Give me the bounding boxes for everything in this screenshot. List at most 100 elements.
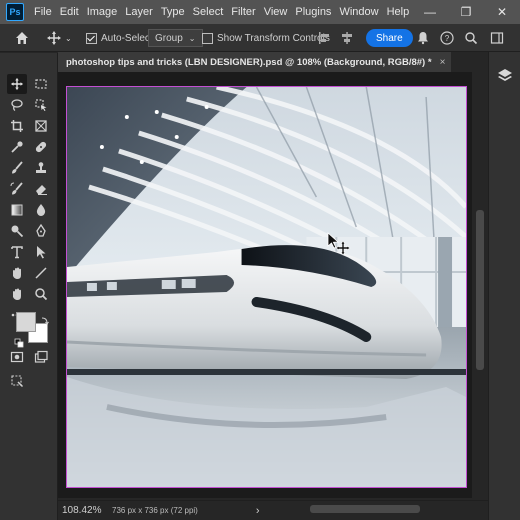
zoom-level[interactable]: 108.42% bbox=[58, 505, 112, 516]
swap-colors-button[interactable] bbox=[40, 312, 50, 325]
menu-filter[interactable]: Filter bbox=[227, 0, 259, 24]
restore-button[interactable]: ❐ bbox=[448, 0, 484, 24]
horizontal-scrollbar-thumb[interactable] bbox=[310, 505, 420, 513]
chevron-down-icon: ⌄ bbox=[65, 33, 72, 43]
help-button[interactable]: ? bbox=[440, 24, 454, 52]
options-bar: ⌄ Auto-Select: Group ⌄ Show Transform Co… bbox=[0, 24, 520, 52]
crop-tool[interactable] bbox=[7, 116, 27, 136]
notifications-button[interactable] bbox=[416, 24, 430, 52]
align-buttons bbox=[318, 24, 362, 52]
home-button[interactable] bbox=[14, 24, 30, 52]
dodge-icon bbox=[11, 225, 24, 238]
share-button[interactable]: Share bbox=[366, 29, 413, 47]
close-tab-icon[interactable]: × bbox=[440, 57, 446, 68]
move-tool-preset[interactable]: ⌄ bbox=[46, 24, 72, 52]
gradient-icon bbox=[11, 204, 23, 216]
bell-icon bbox=[418, 32, 428, 45]
move-cursor-icon bbox=[326, 232, 352, 258]
layers-icon bbox=[498, 69, 512, 81]
status-bar: 108.42% 736 px x 736 px (72 ppi) › bbox=[58, 500, 488, 520]
history-brush-tool[interactable] bbox=[7, 179, 27, 199]
eraser-icon bbox=[36, 185, 47, 195]
quick-mask-icon bbox=[10, 351, 24, 363]
default-colors-button[interactable] bbox=[14, 335, 24, 348]
home-icon bbox=[16, 32, 28, 44]
blur-tool[interactable] bbox=[31, 200, 51, 220]
show-transform-checkbox[interactable]: Show Transform Controls bbox=[202, 24, 330, 52]
search-icon bbox=[465, 32, 478, 45]
auto-select-checkbox[interactable]: Auto-Select: bbox=[86, 24, 155, 52]
search-button[interactable] bbox=[464, 24, 478, 52]
foreground-color-top[interactable] bbox=[16, 312, 36, 332]
right-panel-dock bbox=[488, 52, 520, 520]
eyedropper-tool[interactable] bbox=[7, 137, 27, 157]
screen-mode-button[interactable] bbox=[31, 347, 51, 367]
hand-icon bbox=[13, 288, 21, 300]
menu-file[interactable]: File bbox=[30, 0, 56, 24]
hand-tool-alt[interactable] bbox=[7, 284, 27, 304]
healing-brush-tool[interactable] bbox=[31, 137, 51, 157]
align-center-icon[interactable] bbox=[340, 31, 354, 45]
layers-panel-button[interactable] bbox=[495, 66, 515, 86]
dodge-tool[interactable] bbox=[7, 221, 27, 241]
svg-text:?: ? bbox=[445, 34, 450, 43]
train-station-image bbox=[67, 87, 466, 487]
history-brush-icon bbox=[10, 182, 23, 195]
frame-tool[interactable] bbox=[31, 116, 51, 136]
document-tab-title: photoshop tips and tricks (LBN DESIGNER)… bbox=[66, 56, 432, 68]
eyedropper-icon bbox=[11, 141, 23, 153]
healing-icon bbox=[35, 141, 47, 153]
menu-window[interactable]: Window bbox=[335, 0, 382, 24]
type-tool[interactable] bbox=[7, 242, 27, 262]
menu-edit[interactable]: Edit bbox=[56, 0, 83, 24]
content-aware-button[interactable] bbox=[7, 371, 27, 391]
menu-layer[interactable]: Layer bbox=[121, 0, 157, 24]
menu-type[interactable]: Type bbox=[157, 0, 189, 24]
document-canvas[interactable] bbox=[66, 86, 467, 488]
gradient-tool[interactable] bbox=[7, 200, 27, 220]
menu-help[interactable]: Help bbox=[383, 0, 414, 24]
checkbox-unchecked-icon bbox=[202, 32, 213, 44]
brush-icon bbox=[12, 161, 23, 174]
screen-mode-icon bbox=[34, 350, 48, 363]
workspace-button[interactable] bbox=[490, 24, 504, 52]
marquee-icon bbox=[35, 79, 47, 89]
move-tool[interactable] bbox=[7, 74, 27, 94]
chevron-right-icon[interactable]: › bbox=[256, 505, 260, 517]
tools-panel bbox=[0, 53, 58, 520]
stamp-icon bbox=[36, 162, 46, 173]
quick-mask-button[interactable] bbox=[7, 347, 27, 367]
menu-view[interactable]: View bbox=[260, 0, 292, 24]
minimize-button[interactable]: — bbox=[412, 0, 448, 24]
object-selection-tool[interactable] bbox=[31, 95, 51, 115]
menu-plugins[interactable]: Plugins bbox=[291, 0, 335, 24]
line-tool[interactable] bbox=[31, 263, 51, 283]
type-icon bbox=[11, 246, 23, 259]
menu-bar: Ps File Edit Image Layer Type Select Fil… bbox=[0, 0, 520, 24]
clone-stamp-tool[interactable] bbox=[31, 158, 51, 178]
hand-icon bbox=[13, 267, 21, 279]
menu-image[interactable]: Image bbox=[83, 0, 122, 24]
close-window-button[interactable]: ✕ bbox=[484, 0, 520, 24]
group-dropdown[interactable]: Group ⌄ bbox=[148, 29, 203, 47]
zoom-tool[interactable] bbox=[31, 284, 51, 304]
object-select-icon bbox=[35, 99, 47, 111]
path-selection-tool[interactable] bbox=[31, 242, 51, 262]
vertical-scrollbar-thumb[interactable] bbox=[476, 210, 484, 370]
blur-icon bbox=[36, 204, 46, 216]
document-info[interactable]: 736 px x 736 px (72 ppi) bbox=[112, 506, 198, 515]
help-icon: ? bbox=[440, 31, 454, 45]
document-tab[interactable]: photoshop tips and tricks (LBN DESIGNER)… bbox=[58, 52, 452, 72]
menu-select[interactable]: Select bbox=[189, 0, 228, 24]
marquee-tool[interactable] bbox=[31, 74, 51, 94]
brush-tool[interactable] bbox=[7, 158, 27, 178]
move-icon bbox=[10, 77, 24, 91]
hand-tool[interactable] bbox=[7, 263, 27, 283]
move-icon bbox=[47, 31, 61, 45]
lasso-tool[interactable] bbox=[7, 95, 27, 115]
pen-tool[interactable] bbox=[31, 221, 51, 241]
photoshop-logo-icon[interactable]: Ps bbox=[6, 3, 24, 21]
frame-icon bbox=[35, 120, 47, 132]
eraser-tool[interactable] bbox=[31, 179, 51, 199]
align-left-icon[interactable] bbox=[318, 31, 332, 45]
